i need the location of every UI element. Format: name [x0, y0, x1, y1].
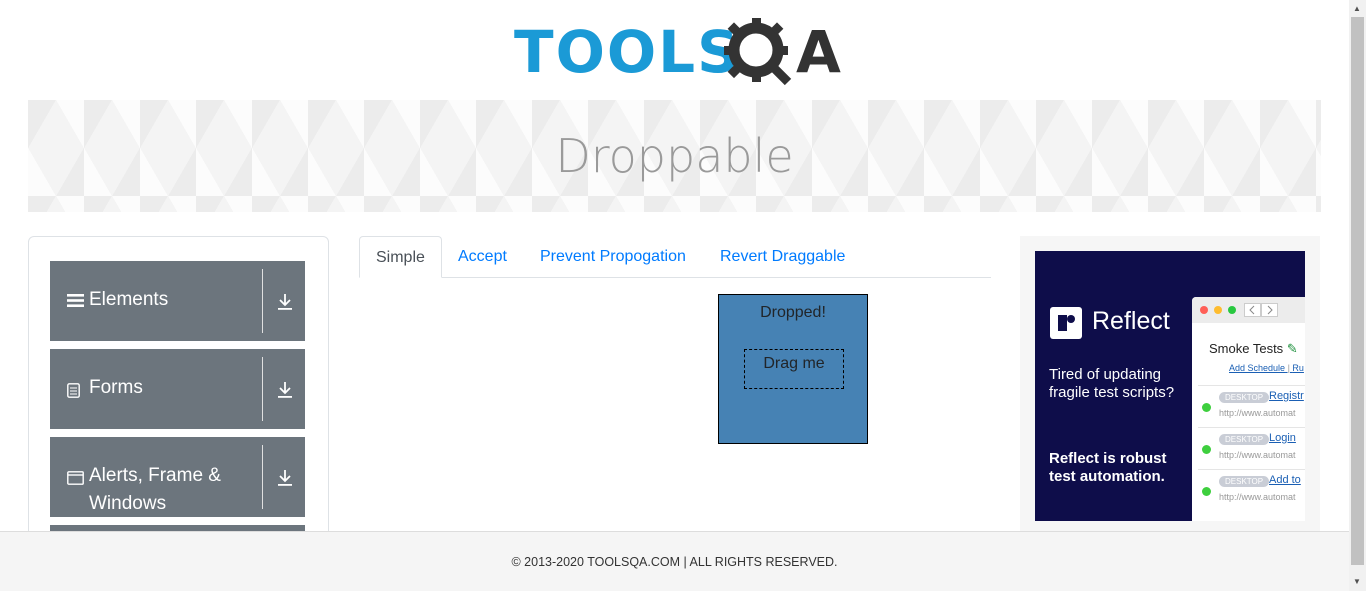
page-title: Droppable — [555, 129, 794, 183]
document-icon — [67, 383, 80, 398]
reflect-ad[interactable]: Reflect Tired of updating fragile test s… — [1035, 251, 1305, 521]
minimize-dot-icon — [1214, 306, 1222, 314]
platform-badge: DESKTOP — [1219, 392, 1270, 403]
sidebar-group-label: Forms — [89, 377, 143, 398]
download-icon[interactable] — [277, 469, 293, 487]
download-icon[interactable] — [277, 293, 293, 311]
sidebar-group-alerts-frame-windows[interactable]: Alerts, Frame & Windows — [50, 437, 305, 517]
window-title: Smoke Tests ✎ — [1209, 341, 1298, 356]
hamburger-icon — [67, 294, 84, 307]
tab-accept[interactable]: Accept — [442, 236, 523, 278]
download-icon[interactable] — [277, 381, 293, 399]
draggable-box[interactable]: Drag me — [744, 349, 844, 389]
add-schedule-link: Add Schedule | Ru — [1229, 363, 1304, 373]
platform-badge: DESKTOP — [1219, 476, 1270, 487]
copyright-text: © 2013-2020 TOOLSQA.COM | ALL RIGHTS RES… — [511, 555, 838, 569]
ad-app-window: Smoke Tests ✎ Add Schedule | Ru DESKTOP … — [1192, 297, 1305, 521]
platform-badge: DESKTOP — [1219, 434, 1270, 445]
vertical-scrollbar[interactable]: ▲ ▼ — [1349, 0, 1366, 591]
tab-revert-draggable[interactable]: Revert Draggable — [704, 236, 861, 278]
close-dot-icon — [1200, 306, 1208, 314]
ad-brand: Reflect — [1092, 307, 1170, 335]
logo-text-a: A — [796, 18, 841, 86]
reflect-logo-icon — [1050, 307, 1082, 339]
page: TOOLS A Droppable Elements Forms Alerts,… — [0, 0, 1366, 591]
sidebar-group-label: Alerts, Frame & Windows — [89, 465, 221, 514]
sidebar-group-label: Elements — [89, 289, 169, 310]
sidebar-group-elements[interactable]: Elements — [50, 261, 305, 341]
scroll-up-icon[interactable]: ▲ — [1353, 4, 1361, 13]
window-titlebar — [1192, 297, 1305, 323]
status-dot-icon — [1202, 487, 1211, 496]
maximize-dot-icon — [1228, 306, 1236, 314]
tab-simple[interactable]: Simple — [359, 236, 442, 278]
toolsqa-logo[interactable]: TOOLS A — [514, 16, 841, 90]
divider — [262, 269, 263, 333]
test-link: Add to — [1269, 474, 1301, 486]
test-link: Login — [1269, 432, 1296, 444]
divider — [262, 357, 263, 421]
gear-magnifier-icon — [724, 18, 792, 86]
scroll-down-icon[interactable]: ▼ — [1353, 577, 1361, 586]
list-item: DESKTOP Registr http://www.automat — [1198, 385, 1305, 427]
status-dot-icon — [1202, 403, 1211, 412]
sidebar: Elements Forms Alerts, Frame & Windows — [28, 236, 329, 556]
scrollbar-thumb[interactable] — [1351, 17, 1364, 565]
test-url: http://www.automat — [1219, 408, 1296, 418]
divider — [262, 445, 263, 509]
tab-bar: Simple Accept Prevent Propogation Revert… — [359, 236, 991, 278]
list-item: DESKTOP Login http://www.automat — [1198, 427, 1305, 469]
pencil-icon: ✎ — [1286, 341, 1298, 356]
tab-prevent-propogation[interactable]: Prevent Propogation — [524, 236, 702, 278]
footer: © 2013-2020 TOOLSQA.COM | ALL RIGHTS RES… — [0, 531, 1349, 591]
logo-text-tools: TOOLS — [514, 18, 741, 86]
droppable-text: Dropped! — [760, 304, 826, 321]
test-url: http://www.automat — [1219, 492, 1296, 502]
list-item: DESKTOP Add to http://www.automat — [1198, 469, 1305, 511]
test-link: Registr — [1269, 390, 1304, 402]
ad-headline: Tired of updating fragile test scripts? — [1049, 366, 1175, 401]
ad-tagline: Reflect is robust test automation. — [1049, 450, 1167, 485]
back-forward-icon — [1244, 303, 1278, 317]
page-banner: Droppable — [28, 100, 1321, 212]
test-url: http://www.automat — [1219, 450, 1296, 460]
sidebar-group-forms[interactable]: Forms — [50, 349, 305, 429]
status-dot-icon — [1202, 445, 1211, 454]
window-icon — [67, 471, 84, 485]
